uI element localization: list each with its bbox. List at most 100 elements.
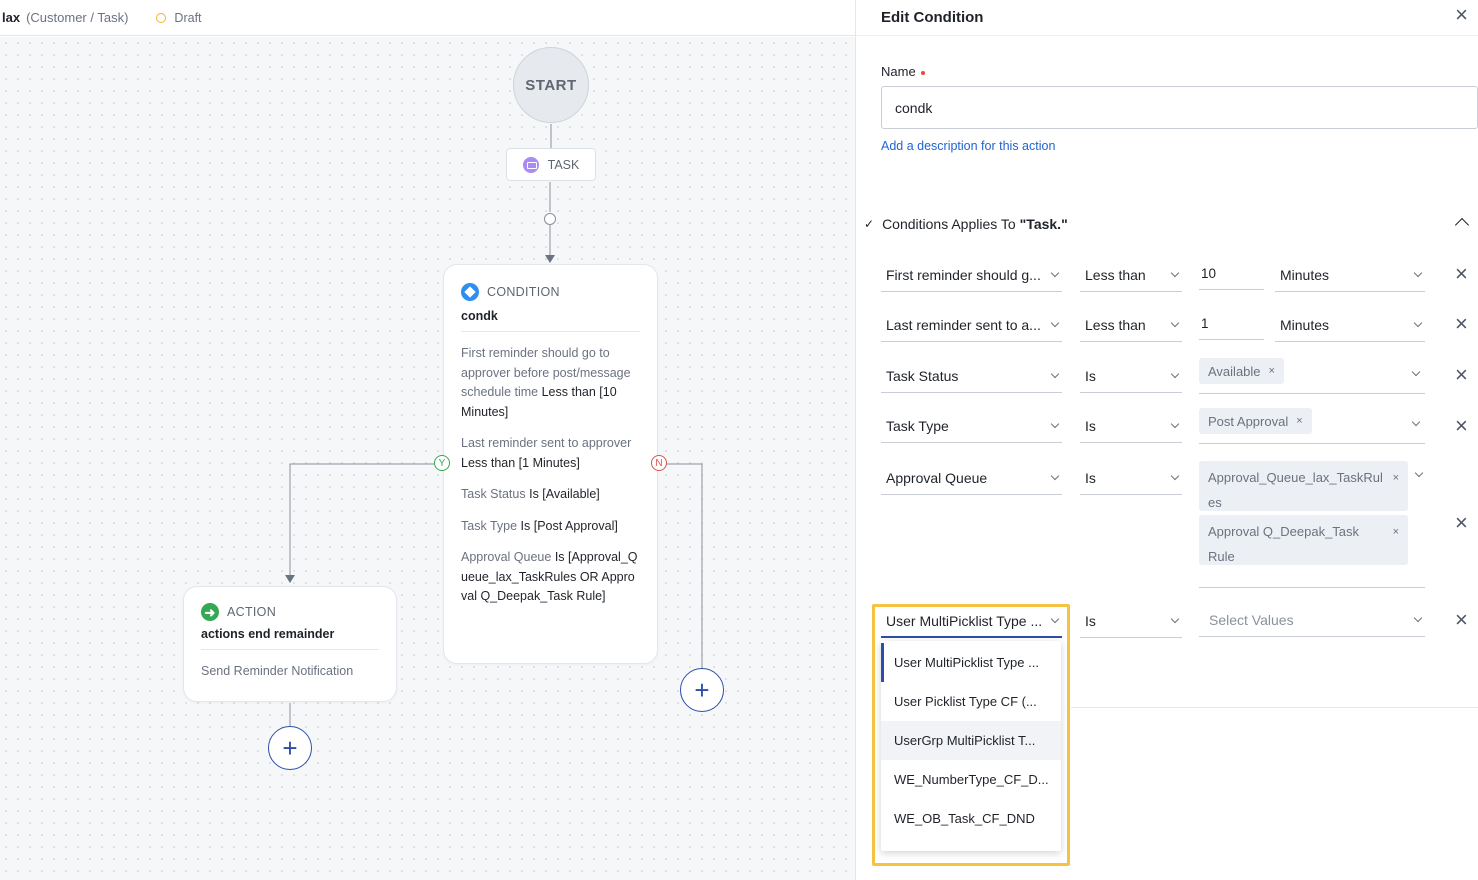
arrow-right-icon: ➜ bbox=[201, 603, 219, 621]
dropdown-option[interactable]: UserGrp MultiPicklist T... bbox=[881, 721, 1061, 760]
chip-label: Approval Q_Deepak_Task Rule bbox=[1208, 524, 1360, 564]
select-value: Less than bbox=[1085, 267, 1146, 283]
condition-node-title: condk bbox=[461, 309, 640, 332]
dropdown-option[interactable]: WE_OB_Task_CF_DND bbox=[881, 799, 1061, 838]
applies-text: Conditions Applies To bbox=[882, 216, 1016, 232]
condition-summary-item: Task Type Is [Post Approval] bbox=[461, 517, 640, 537]
remove-condition-icon[interactable]: × bbox=[1455, 313, 1468, 335]
task-node[interactable]: TASK bbox=[506, 148, 596, 181]
remove-condition-icon[interactable]: × bbox=[1455, 512, 1468, 534]
chip-label: Available bbox=[1208, 363, 1261, 379]
condition-field-select[interactable]: Approval Queue bbox=[881, 462, 1062, 495]
value-input[interactable]: 1 bbox=[1199, 307, 1264, 340]
action-node-header: ➜ ACTION bbox=[201, 603, 379, 621]
select-value: Less than bbox=[1085, 317, 1146, 333]
select-value: Is bbox=[1085, 418, 1096, 434]
condition-summary-item: Approval Queue Is [Approval_Queue_lax_Ta… bbox=[461, 548, 640, 607]
value-chip: Approval Q_Deepak_Task Rule × bbox=[1199, 515, 1408, 565]
chip-remove-icon[interactable]: × bbox=[1393, 520, 1399, 545]
condition-rule: Is [Available] bbox=[529, 487, 600, 501]
value-input[interactable]: 10 bbox=[1199, 257, 1264, 290]
dropdown-option[interactable]: User MultiPicklist Type ... bbox=[881, 643, 1061, 682]
condition-icon bbox=[461, 283, 479, 301]
name-input[interactable] bbox=[881, 86, 1478, 129]
condition-node-header: CONDITION bbox=[461, 283, 640, 301]
condition-rule: Is [Post Approval] bbox=[520, 518, 618, 533]
chip-remove-icon[interactable]: × bbox=[1393, 466, 1399, 491]
applies-entity: "Task." bbox=[1019, 216, 1068, 232]
add-node-button[interactable]: + bbox=[268, 726, 312, 770]
action-node-title: actions end remainder bbox=[201, 627, 379, 650]
condition-field: Task Status bbox=[461, 487, 526, 501]
operator-select[interactable]: Is bbox=[1080, 410, 1182, 443]
chevron-down-icon bbox=[1050, 419, 1060, 429]
condition-field-select[interactable]: First reminder should g... bbox=[881, 259, 1062, 292]
connector-lines bbox=[285, 124, 703, 727]
values-select[interactable]: Select Values bbox=[1199, 604, 1425, 637]
chevron-down-icon bbox=[1411, 417, 1421, 427]
value-chip: Approval_Queue_lax_TaskRul es × bbox=[1199, 461, 1408, 511]
chevron-down-icon bbox=[1170, 419, 1180, 429]
operator-select[interactable]: Less than bbox=[1080, 259, 1182, 292]
select-value: Minutes bbox=[1280, 267, 1330, 283]
action-type-label: ACTION bbox=[227, 605, 277, 619]
name-label-text: Name bbox=[881, 64, 916, 79]
chip-remove-icon[interactable]: × bbox=[1296, 415, 1302, 427]
edit-condition-panel: Edit Condition × Name Add a description … bbox=[855, 0, 1478, 880]
condition-field: Task Type bbox=[461, 518, 518, 533]
select-value: Is bbox=[1085, 613, 1096, 629]
chevron-down-icon bbox=[1170, 471, 1180, 481]
condition-field-select[interactable]: Task Type bbox=[881, 410, 1062, 443]
close-icon[interactable]: × bbox=[1455, 2, 1468, 28]
check-icon: ✓ bbox=[864, 217, 875, 231]
name-field-label: Name bbox=[881, 64, 925, 79]
add-description-link[interactable]: Add a description for this action bbox=[881, 139, 1055, 153]
operator-select[interactable]: Is bbox=[1080, 605, 1182, 638]
chevron-down-icon bbox=[1050, 318, 1060, 328]
operator-select[interactable]: Less than bbox=[1080, 309, 1182, 342]
chevron-down-icon bbox=[1050, 369, 1060, 379]
select-value: Is bbox=[1085, 368, 1096, 384]
operator-select[interactable]: Is bbox=[1080, 360, 1182, 393]
remove-condition-icon[interactable]: × bbox=[1455, 415, 1468, 437]
remove-condition-icon[interactable]: × bbox=[1455, 364, 1468, 386]
chevron-down-icon bbox=[1170, 369, 1180, 379]
condition-field-select[interactable]: Last reminder sent to a... bbox=[881, 309, 1062, 342]
condition-field: Last reminder sent to approver bbox=[461, 436, 632, 450]
start-node[interactable]: START bbox=[513, 47, 589, 123]
chevron-down-icon bbox=[1413, 318, 1423, 328]
dropdown-option[interactable]: User Picklist Type CF (... bbox=[881, 682, 1061, 721]
unit-select[interactable]: Minutes bbox=[1275, 259, 1425, 292]
action-node-card[interactable]: ➜ ACTION actions end remainder Send Remi… bbox=[183, 586, 397, 702]
chevron-up-icon[interactable] bbox=[1454, 214, 1470, 230]
select-value: First reminder should g... bbox=[886, 267, 1041, 283]
condition-field-select[interactable]: Task Status bbox=[881, 360, 1062, 393]
dropdown-option[interactable]: WE_NumberType_CF_D... bbox=[881, 760, 1061, 799]
condition-summary: First reminder should go to approver bef… bbox=[461, 332, 640, 607]
select-value: Minutes bbox=[1280, 317, 1330, 333]
operator-select[interactable]: Is bbox=[1080, 462, 1182, 495]
no-branch-marker: N bbox=[651, 455, 667, 471]
condition-node-card[interactable]: CONDITION condk First reminder should go… bbox=[443, 264, 658, 664]
add-node-button[interactable]: + bbox=[680, 668, 724, 712]
action-node-subtitle: Send Reminder Notification bbox=[201, 664, 354, 678]
unit-select[interactable]: Minutes bbox=[1275, 309, 1425, 342]
chevron-down-icon bbox=[1413, 268, 1423, 278]
chip-remove-icon[interactable]: × bbox=[1269, 365, 1275, 377]
chip-label: Post Approval bbox=[1208, 413, 1289, 429]
select-value: Task Status bbox=[886, 368, 959, 384]
value-chip: Available × bbox=[1199, 358, 1284, 384]
values-expand[interactable] bbox=[1414, 468, 1428, 480]
conditions-applies-header[interactable]: ✓ Conditions Applies To "Task." bbox=[864, 216, 1068, 232]
remove-condition-icon[interactable]: × bbox=[1455, 263, 1468, 285]
select-value: Last reminder sent to a... bbox=[886, 317, 1041, 333]
select-value: Is bbox=[1085, 470, 1096, 486]
workflow-canvas[interactable] bbox=[0, 37, 855, 880]
chevron-down-icon bbox=[1050, 268, 1060, 278]
remove-condition-icon[interactable]: × bbox=[1455, 609, 1468, 631]
value-chip: Post Approval × bbox=[1199, 408, 1312, 434]
chevron-down-icon bbox=[1170, 318, 1180, 328]
condition-summary-item: First reminder should go to approver bef… bbox=[461, 344, 640, 422]
select-value: Task Type bbox=[886, 418, 949, 434]
condition-summary-item: Last reminder sent to approver Less than… bbox=[461, 434, 640, 473]
